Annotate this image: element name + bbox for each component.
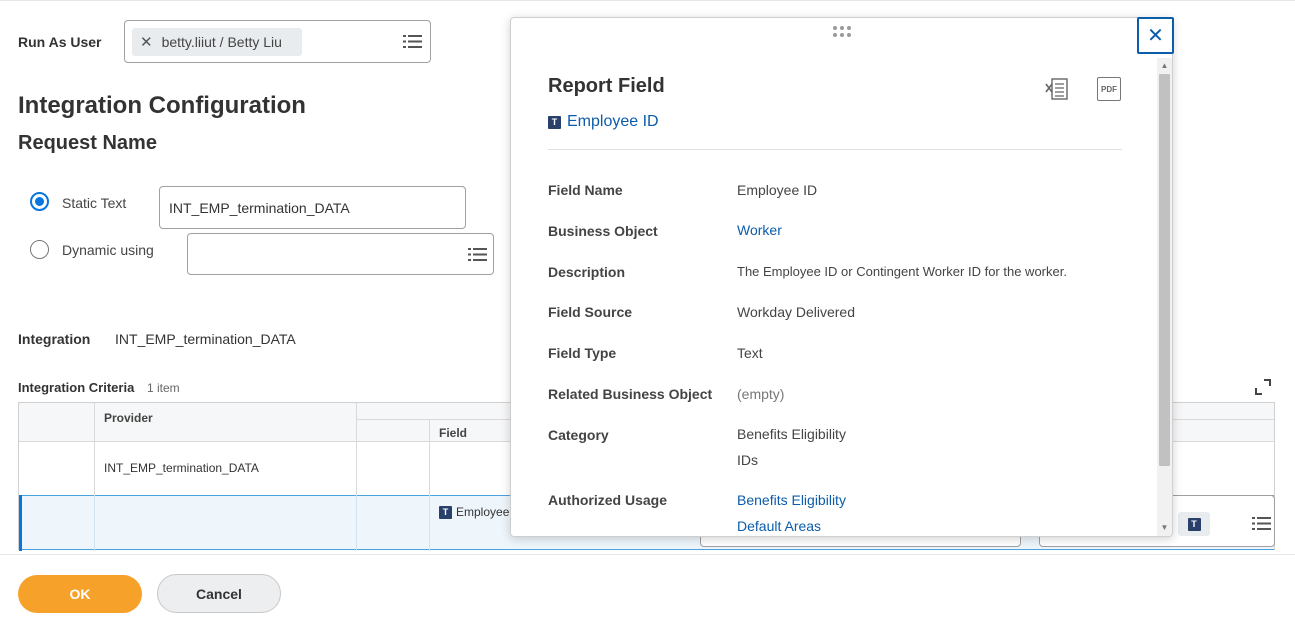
field-column-header: Field xyxy=(439,426,468,440)
popup-subtitle-link[interactable]: T Employee ID xyxy=(548,113,659,131)
dynamic-using-label: Dynamic using xyxy=(62,242,154,258)
cancel-button[interactable]: Cancel xyxy=(157,574,281,613)
field-source-label: Field Source xyxy=(548,304,633,320)
expand-icon[interactable] xyxy=(1255,379,1271,395)
scrollbar-thumb[interactable] xyxy=(1159,74,1170,466)
authorized-usage-link[interactable]: Default Areas xyxy=(737,518,821,534)
popup-title: Report Field xyxy=(548,75,665,97)
field-name-label: Field Name xyxy=(548,182,623,198)
static-text-radio[interactable] xyxy=(30,192,49,211)
ok-button[interactable]: OK xyxy=(18,575,142,613)
close-icon: ✕ xyxy=(1147,25,1164,47)
run-as-user-field[interactable]: ✕ betty.liiut / Betty Liu xyxy=(124,20,431,63)
category-value: Benefits Eligibility xyxy=(737,426,846,442)
prompt-list-icon[interactable] xyxy=(403,34,422,49)
prompt-list-icon[interactable] xyxy=(1252,516,1271,531)
remove-token-icon[interactable]: ✕ xyxy=(140,35,153,50)
pdf-export-icon[interactable]: PDF xyxy=(1097,77,1121,101)
excel-export-icon[interactable] xyxy=(1045,77,1069,101)
pdf-icon-text: PDF xyxy=(1101,84,1117,94)
description-label: Description xyxy=(548,264,626,280)
integration-criteria-label: Integration Criteria xyxy=(18,380,135,395)
authorized-usage-label: Authorized Usage xyxy=(548,492,668,508)
category-value: IDs xyxy=(737,452,758,468)
text-type-icon: T xyxy=(439,505,452,519)
related-business-object-value: (empty) xyxy=(737,386,785,402)
field-cell-value: Employee xyxy=(456,505,510,519)
static-text-value: INT_EMP_termination_DATA xyxy=(169,199,350,216)
prompt-list-icon[interactable] xyxy=(468,247,487,262)
field-type-label: Field Type xyxy=(548,345,617,361)
field-cell[interactable]: T Employee xyxy=(439,505,509,519)
authorized-usage-link[interactable]: Benefits Eligibility xyxy=(737,492,846,508)
item-count: 1 item xyxy=(147,381,180,395)
provider-column-header: Provider xyxy=(104,411,153,425)
report-field-popup: Report Field T Employee ID PDF Field Nam… xyxy=(510,17,1173,537)
provider-cell: INT_EMP_termination_DATA xyxy=(104,461,259,475)
static-text-input[interactable]: INT_EMP_termination_DATA xyxy=(159,186,466,229)
selected-row-indicator xyxy=(19,495,22,551)
integration-value: INT_EMP_termination_DATA xyxy=(115,331,296,347)
text-type-icon: T xyxy=(548,115,561,129)
footer-divider xyxy=(0,554,1295,555)
related-business-object-label: Related Business Object xyxy=(548,386,713,402)
scroll-down-icon[interactable]: ▼ xyxy=(1159,523,1170,533)
drag-handle-icon[interactable] xyxy=(833,26,851,38)
popup-divider xyxy=(548,149,1122,150)
page-title: Integration Configuration xyxy=(18,92,306,119)
top-divider xyxy=(0,0,1295,1)
dynamic-using-radio[interactable] xyxy=(30,240,49,259)
popup-subtitle: Employee ID xyxy=(567,113,659,130)
field-token[interactable]: T xyxy=(1178,512,1210,536)
field-source-value: Workday Delivered xyxy=(737,304,856,320)
dynamic-using-field[interactable] xyxy=(187,233,494,275)
description-value: The Employee ID or Contingent Worker ID … xyxy=(737,264,1067,279)
field-name-value: Employee ID xyxy=(737,182,818,198)
category-label: Category xyxy=(548,427,609,443)
field-type-value: Text xyxy=(737,345,763,361)
business-object-link[interactable]: Worker xyxy=(737,222,782,238)
user-token[interactable]: ✕ betty.liiut / Betty Liu xyxy=(132,28,302,56)
text-type-icon: T xyxy=(1187,517,1201,531)
user-token-label: betty.liiut / Betty Liu xyxy=(161,34,282,50)
section-title: Request Name xyxy=(18,132,157,154)
static-text-label: Static Text xyxy=(62,195,127,211)
integration-label: Integration xyxy=(18,331,91,347)
scroll-up-icon[interactable]: ▲ xyxy=(1159,61,1170,71)
run-as-user-label: Run As User xyxy=(18,34,102,50)
close-popup-button[interactable]: ✕ xyxy=(1137,17,1174,54)
business-object-label: Business Object xyxy=(548,223,658,239)
